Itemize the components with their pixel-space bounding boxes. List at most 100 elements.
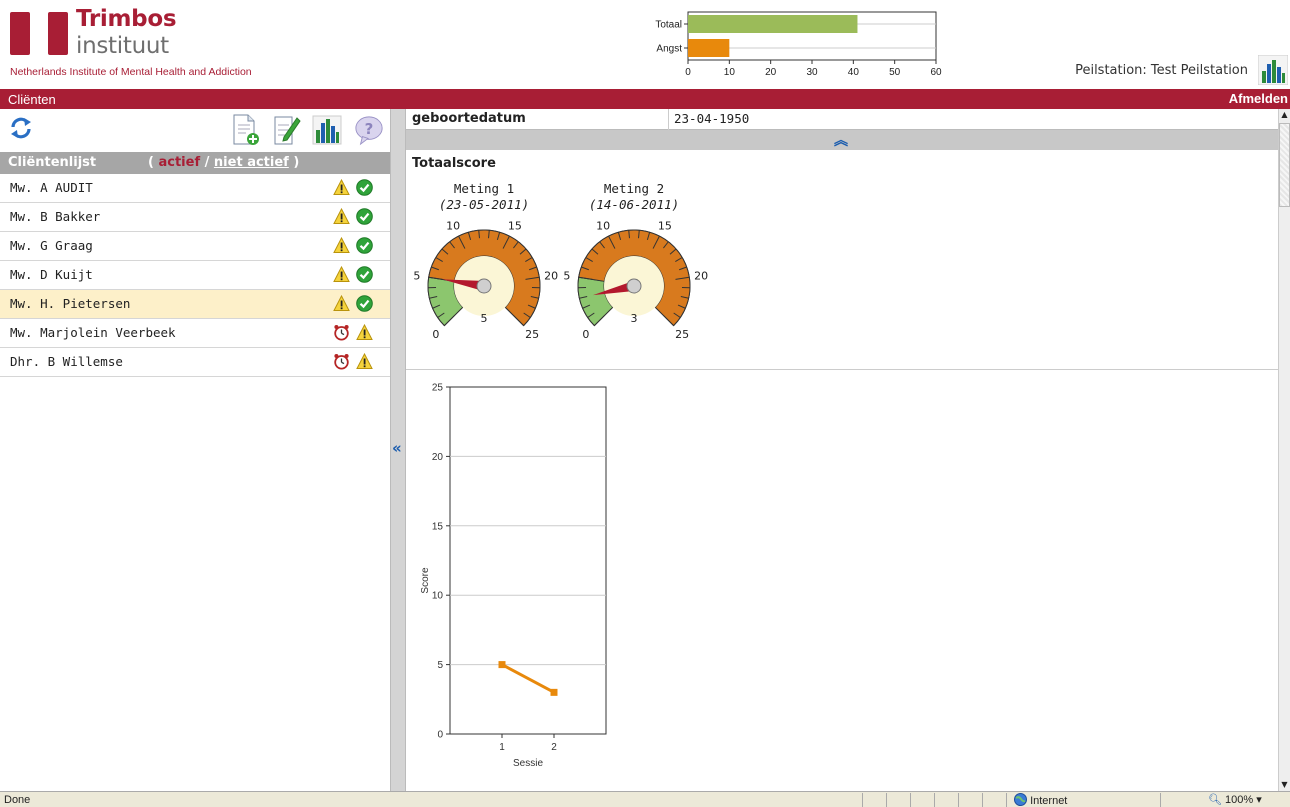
- dob-separator: [668, 109, 669, 130]
- gauge-tick-label: 25: [525, 328, 539, 341]
- filter-open-paren: (: [148, 155, 154, 170]
- gauge-2: 0 5 10 15 20 25 3: [563, 219, 708, 341]
- zoom-control[interactable]: 🔍︎ 100% ▾: [1208, 793, 1262, 806]
- mini-chart-bar: [688, 39, 730, 57]
- filter-separator: /: [204, 155, 210, 170]
- status-cell: [1160, 793, 1161, 807]
- scrollbar-thumb[interactable]: [1279, 123, 1290, 207]
- help-icon[interactable]: ?: [354, 113, 384, 147]
- score-gauges: 0 5 10 15 20 25 5 0 5 10 15 20 25 3: [413, 219, 708, 341]
- alarm-clock-icon[interactable]: [333, 353, 350, 370]
- score-line-chart: 0 5 10 15 20 25 1 2 Sessie Score: [420, 383, 607, 769]
- status-cell: [934, 793, 935, 807]
- warning-icon[interactable]: [356, 323, 373, 341]
- header-summary-chart: Totaal Angst 0 10 20 30 40 50 60: [655, 11, 942, 78]
- chevron-down-icon[interactable]: ▾: [1256, 794, 1262, 806]
- client-row[interactable]: Mw. B Bakker: [0, 203, 390, 232]
- gauge-tick-label: 0: [582, 328, 589, 341]
- tab-clients[interactable]: Cliënten: [8, 92, 56, 107]
- chart-data-point: [498, 661, 506, 669]
- warning-icon[interactable]: [356, 352, 373, 370]
- filter-close-paren: ): [293, 155, 300, 170]
- client-row[interactable]: Mw. G Graag: [0, 232, 390, 261]
- chart-y-tick-label: 5: [437, 660, 443, 671]
- new-document-icon[interactable]: [230, 113, 260, 147]
- svg-text:?: ?: [365, 120, 374, 138]
- client-name: Mw. Marjolein Veerbeek: [10, 325, 176, 340]
- panel-splitter[interactable]: «: [390, 109, 406, 791]
- check-icon[interactable]: [356, 237, 373, 254]
- chart-data-point: [550, 688, 558, 696]
- gauge-date-2: (14-06-2011): [588, 197, 680, 212]
- gauge-tick-label: 5: [413, 269, 420, 282]
- warning-icon[interactable]: [333, 294, 350, 312]
- mini-chart-tick-label: 0: [685, 67, 691, 78]
- chart-y-tick-label: 20: [432, 452, 444, 463]
- status-cell: [886, 793, 887, 807]
- vertical-scrollbar[interactable]: ▲ ▼: [1278, 109, 1290, 791]
- filter-active-link[interactable]: actief: [158, 155, 200, 170]
- mini-chart-category-label: Totaal: [655, 20, 682, 31]
- chart-y-tick-label: 0: [437, 730, 443, 741]
- scroll-down-icon[interactable]: ▼: [1279, 779, 1290, 791]
- warning-icon[interactable]: [333, 236, 350, 254]
- mini-chart-tick-label: 60: [930, 67, 942, 78]
- page-header: Trimbos instituut Netherlands Institute …: [0, 0, 1290, 89]
- client-row[interactable]: Mw. A AUDIT: [0, 174, 390, 203]
- edit-document-icon[interactable]: [272, 113, 302, 147]
- zoom-icon: 🔍︎: [1208, 794, 1222, 806]
- gauge-tick-label: 15: [658, 219, 672, 232]
- gauge-hub: [476, 278, 492, 294]
- dob-value: 23-04-1950: [674, 111, 750, 126]
- refresh-icon[interactable]: [8, 115, 34, 141]
- zoom-level: 100%: [1225, 794, 1254, 806]
- mini-chart-tick-label: 30: [806, 67, 818, 78]
- gauge-1: 0 5 10 15 20 25 5: [413, 219, 558, 341]
- status-text: Done: [4, 794, 31, 806]
- dob-label: geboortedatum: [412, 111, 526, 126]
- logo-name-line1: Trimbos: [76, 6, 177, 32]
- collapse-up-icon[interactable]: ︽: [834, 130, 848, 150]
- security-zone: Internet: [1014, 793, 1067, 807]
- application-window: Trimbos instituut Netherlands Institute …: [0, 0, 1290, 807]
- gauge-label-2: Meting 2: [603, 181, 665, 196]
- warning-icon[interactable]: [333, 178, 350, 196]
- security-zone-label: Internet: [1030, 795, 1068, 807]
- filter-inactive-link[interactable]: niet actief: [214, 155, 289, 170]
- warning-icon[interactable]: [333, 207, 350, 225]
- chart-y-axis-label: Score: [420, 567, 431, 594]
- mini-chart-bar: [688, 15, 858, 33]
- status-cell: [1006, 793, 1007, 807]
- gauge-value-label: 5: [481, 312, 488, 325]
- client-row[interactable]: Mw. D Kuijt: [0, 261, 390, 290]
- collapse-left-panel-icon[interactable]: «: [392, 439, 402, 457]
- client-row[interactable]: Mw. Marjolein Veerbeek: [0, 319, 390, 348]
- client-name: Mw. H. Pietersen: [10, 296, 131, 311]
- check-icon[interactable]: [356, 208, 373, 225]
- bar-chart-icon[interactable]: [1258, 55, 1288, 85]
- check-icon[interactable]: [356, 295, 373, 312]
- total-score-title: Totaalscore: [412, 156, 496, 171]
- gauge-label-1: Meting 1: [453, 181, 515, 196]
- gauge-tick-label: 10: [596, 219, 610, 232]
- mini-chart-category-label: Angst: [656, 44, 682, 55]
- alarm-clock-icon[interactable]: [333, 324, 350, 341]
- details-collapse-bar[interactable]: ︽: [406, 130, 1278, 150]
- bar-chart-icon[interactable]: [312, 113, 342, 147]
- check-icon[interactable]: [356, 179, 373, 196]
- client-name: Dhr. B Willemse: [10, 354, 123, 369]
- scroll-up-icon[interactable]: ▲: [1279, 109, 1290, 121]
- client-row[interactable]: Dhr. B Willemse: [0, 348, 390, 377]
- gauge-tick-label: 0: [432, 328, 439, 341]
- mini-chart-tick-label: 40: [848, 67, 860, 78]
- warning-icon[interactable]: [333, 265, 350, 283]
- logout-link[interactable]: Afmelden: [1229, 91, 1288, 106]
- client-name: Mw. D Kuijt: [10, 267, 93, 282]
- gauge-tick-label: 20: [694, 269, 708, 282]
- check-icon[interactable]: [356, 266, 373, 283]
- logo-name-line2: instituut: [76, 33, 169, 59]
- gauge-tick-label: 5: [563, 269, 570, 282]
- mini-chart-tick-label: 50: [889, 67, 901, 78]
- client-name: Mw. G Graag: [10, 238, 93, 253]
- client-row[interactable]: Mw. H. Pietersen: [0, 290, 390, 319]
